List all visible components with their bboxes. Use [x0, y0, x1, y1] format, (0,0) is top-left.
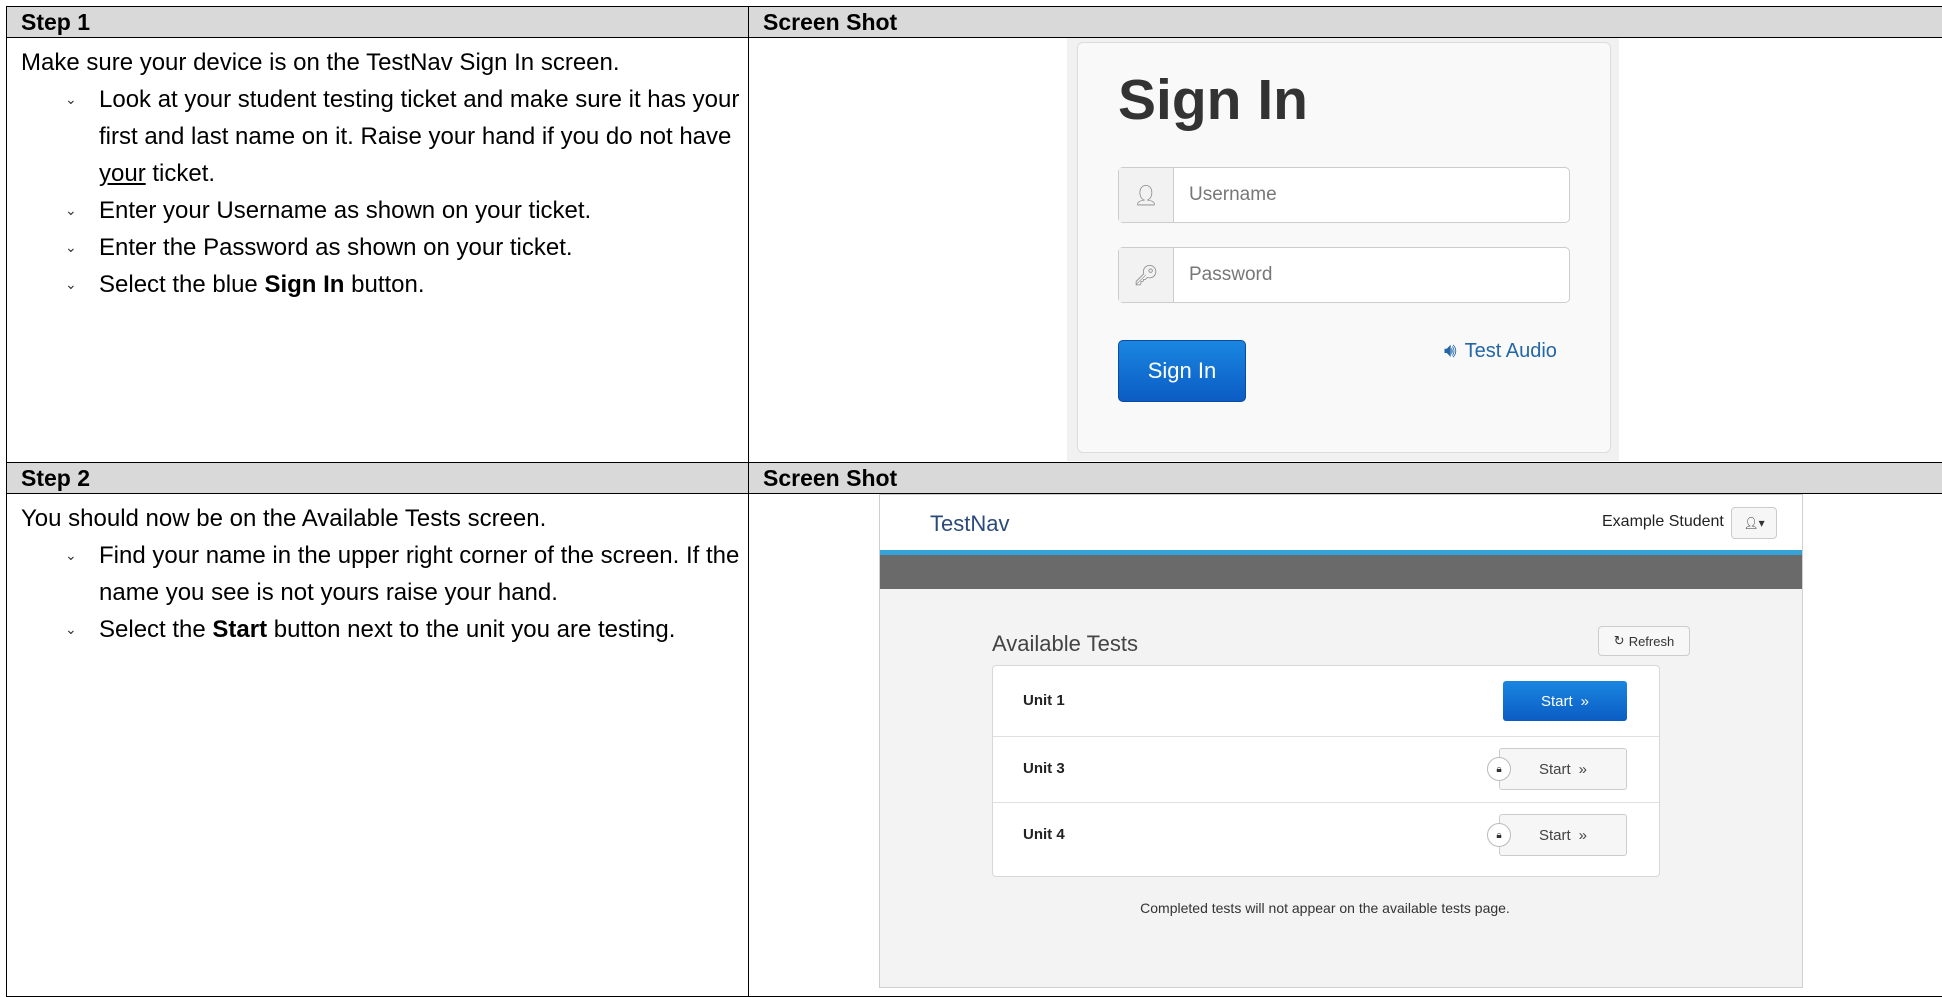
unit-name: Unit 1	[1023, 692, 1065, 709]
step1-instructions: Make sure your device is on the TestNav …	[6, 37, 749, 463]
user-menu-button[interactable]: 👤︎▾	[1731, 507, 1777, 539]
step2-screenshot-cell: TestNav Example Student 👤︎▾ Available Te…	[748, 493, 1942, 997]
refresh-button[interactable]: ↻ Refresh	[1598, 626, 1690, 656]
speaker-icon: 🔊︎	[1444, 340, 1457, 362]
step2-bullet-1: ⌄ Find your name in the upper right corne…	[65, 537, 748, 611]
lock-icon: 🔒︎	[1487, 823, 1511, 847]
user-icon: 👤︎▾	[1743, 516, 1765, 530]
chevron-down-icon: ⌄	[65, 202, 77, 218]
step2-instructions: You should now be on the Available Tests…	[6, 493, 749, 997]
step2-screenshot-label: Screen Shot	[748, 462, 1942, 494]
step1-intro: Make sure your device is on the TestNav …	[21, 49, 620, 76]
username-placeholder: Username	[1189, 184, 1277, 205]
step1-bullet-1: ⌄ Look at your student testing ticket and…	[65, 81, 748, 192]
step2-label: Step 2	[6, 462, 749, 494]
signin-screenshot: Sign In 👤︎ Username 🔑︎ Password Sign In …	[1067, 38, 1619, 461]
instructions-table: Step 1 Screen Shot Make sure your device…	[6, 6, 1942, 997]
start-button-unit-4[interactable]: Start »	[1499, 814, 1627, 856]
step1-label: Step 1	[6, 6, 749, 38]
tests-list: Unit 1 Start » Unit 3 Start » 🔒︎ Unit 4 …	[992, 665, 1660, 877]
available-tests-screenshot: TestNav Example Student 👤︎▾ Available Te…	[879, 494, 1803, 988]
test-audio-link[interactable]: 🔊︎ Test Audio	[1444, 340, 1557, 363]
signin-title: Sign In	[1118, 68, 1308, 132]
key-icon: 🔑︎	[1119, 248, 1174, 302]
test-audio-label: Test Audio	[1464, 340, 1557, 362]
signin-button[interactable]: Sign In	[1118, 340, 1246, 402]
testnav-logo: TestNav	[930, 511, 1010, 536]
test-row-unit-4: Unit 4 Start » 🔒︎	[993, 802, 1659, 874]
password-placeholder: Password	[1189, 264, 1273, 285]
chevron-down-icon: ⌄	[65, 239, 77, 255]
signin-card: Sign In 👤︎ Username 🔑︎ Password Sign In …	[1077, 42, 1611, 453]
username-field[interactable]: 👤︎ Username	[1118, 167, 1570, 223]
chevron-down-icon: ⌄	[65, 621, 77, 637]
refresh-label: Refresh	[1628, 633, 1675, 649]
step2-bullet-2: ⌄ Select the Start button next to the uni…	[65, 611, 748, 648]
chevron-down-icon: ⌄	[65, 91, 77, 107]
lock-icon: 🔒︎	[1487, 757, 1511, 781]
testnav-header: TestNav Example Student 👤︎▾	[880, 495, 1802, 550]
step1-bullet-2: ⌄ Enter your Username as shown on your ti…	[65, 192, 748, 229]
double-chevron-right-icon: »	[1578, 826, 1588, 844]
header-gray-bar	[880, 555, 1802, 589]
unit-name: Unit 4	[1023, 826, 1065, 843]
test-row-unit-1: Unit 1 Start »	[993, 666, 1659, 737]
start-button-unit-1[interactable]: Start »	[1503, 681, 1627, 721]
completed-tests-note: Completed tests will not appear on the a…	[1140, 900, 1510, 916]
user-name: Example Student	[1602, 513, 1724, 530]
double-chevron-right-icon: »	[1580, 692, 1590, 710]
step1-screenshot-cell: Sign In 👤︎ Username 🔑︎ Password Sign In …	[748, 37, 1942, 463]
step1-bullet-3: ⌄ Enter the Password as shown on your tic…	[65, 229, 748, 266]
double-chevron-right-icon: »	[1578, 760, 1588, 778]
start-button-unit-3[interactable]: Start »	[1499, 748, 1627, 790]
chevron-down-icon: ⌄	[65, 276, 77, 292]
step1-screenshot-label: Screen Shot	[748, 6, 1942, 38]
step2-intro: You should now be on the Available Tests…	[21, 505, 547, 532]
user-icon: 👤︎	[1119, 168, 1174, 222]
test-row-unit-3: Unit 3 Start » 🔒︎	[993, 736, 1659, 803]
unit-name: Unit 3	[1023, 760, 1065, 777]
step1-bullet-4: ⌄ Select the blue Sign In button.	[65, 266, 748, 303]
password-field[interactable]: 🔑︎ Password	[1118, 247, 1570, 303]
chevron-down-icon: ⌄	[65, 547, 77, 563]
available-tests-heading: Available Tests	[992, 631, 1138, 656]
refresh-icon: ↻	[1613, 633, 1625, 648]
